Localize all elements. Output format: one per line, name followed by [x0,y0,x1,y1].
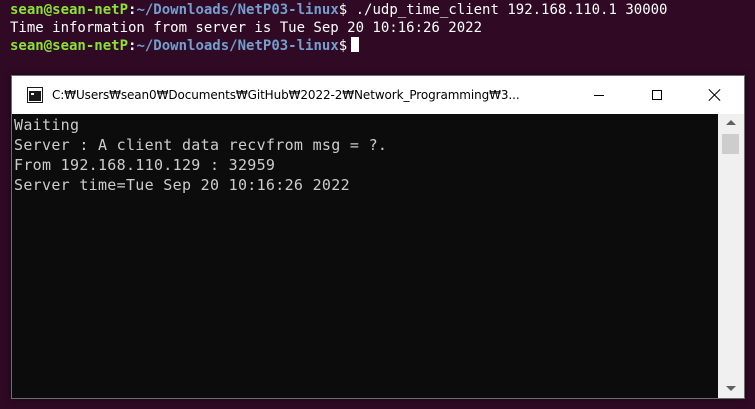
close-button[interactable] [686,76,744,114]
console-line: From 192.168.110.129 : 32959 [14,156,276,174]
console-output[interactable]: Waiting Server : A client data recvfrom … [12,114,718,398]
prompt-user-host: sean@sean-netP [10,2,129,18]
minimize-icon [594,94,604,96]
prompt-user-host: sean@sean-netP [10,38,129,54]
scroll-down-arrow-icon[interactable] [726,386,736,391]
window-title: C:₩Users₩sean0₩Documents₩GitHub₩2022-2₩N… [52,88,520,102]
prompt-path: ~/Downloads/NetP03-linux [136,2,339,18]
console-app-icon[interactable] [27,87,43,103]
prompt-dollar: $ [338,2,348,18]
prompt-dollar: $ [338,38,348,54]
minimize-button[interactable] [570,76,628,114]
terminal-cursor [351,37,360,52]
console-window[interactable]: C:₩Users₩sean0₩Documents₩GitHub₩2022-2₩N… [11,75,745,399]
console-line: Server time=Tue Sep 20 10:16:26 2022 [14,176,350,194]
terminal-prompt-line: sean@sean-netP:~/Downloads/NetP03-linux$… [10,1,755,19]
window-controls [570,76,744,114]
console-line: Server : A client data recvfrom msg = ?. [14,136,388,154]
window-titlebar[interactable]: C:₩Users₩sean0₩Documents₩GitHub₩2022-2₩N… [12,76,744,114]
scroll-thumb[interactable] [722,134,739,154]
close-icon [708,88,722,102]
vertical-scrollbar[interactable] [718,114,744,398]
prompt-path: ~/Downloads/NetP03-linux [136,38,339,54]
desktop: sean@sean-netP:~/Downloads/NetP03-linux$… [0,0,755,409]
maximize-button[interactable] [628,76,686,114]
terminal-command: ./udp_time_client 192.168.110.1 30000 [347,2,668,18]
scroll-up-arrow-icon[interactable] [726,120,736,125]
terminal-prompt-line: sean@sean-netP:~/Downloads/NetP03-linux$ [10,37,755,55]
console-line: Waiting [14,116,80,134]
terminal-output-line: Time information from server is Tue Sep … [10,20,483,36]
maximize-icon [652,90,662,100]
